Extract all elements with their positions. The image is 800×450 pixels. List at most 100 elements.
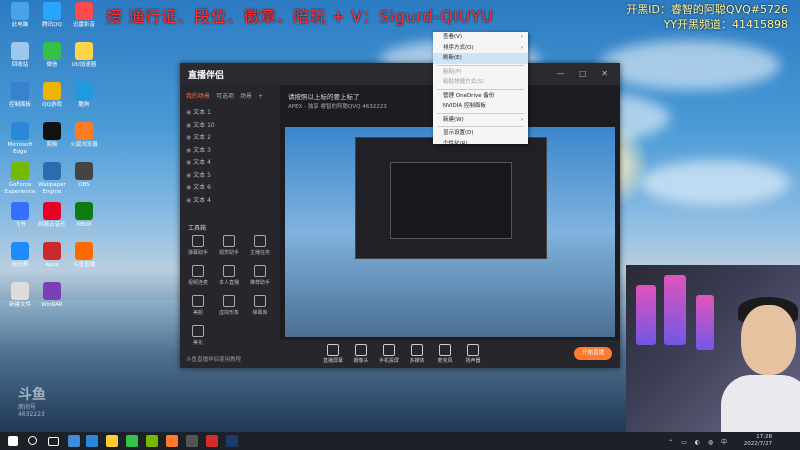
scene-item[interactable]: ◉ 文本 4: [186, 195, 211, 204]
taskbar-app-8-icon[interactable]: [206, 435, 218, 447]
window-titlebar[interactable]: 直播伴侣 — □ ✕: [180, 63, 620, 85]
source-button[interactable]: 摄像头: [348, 344, 374, 364]
tool-button[interactable]: 本人直播: [215, 265, 243, 286]
tool-button[interactable]: 主播任务: [246, 235, 274, 256]
menu-item[interactable]: 粘贴(P): [433, 67, 528, 78]
window-control-buttons[interactable]: — □ ✕: [557, 69, 614, 78]
desktop-icon-item-3[interactable]: 回收站: [2, 42, 38, 69]
scene-item[interactable]: ◉ 文本 6: [186, 182, 211, 191]
qq-icon: [43, 2, 61, 20]
webcam-overlay: [626, 265, 800, 433]
sidebar-tab[interactable]: 场景: [240, 93, 252, 100]
menu-item[interactable]: 排序方式(O) ›: [433, 43, 528, 54]
taskbar-app-2-icon[interactable]: [86, 435, 98, 447]
menu-item[interactable]: 刷新(E): [433, 53, 528, 64]
desktop-icon-item-21[interactable]: 新建文件: [2, 282, 38, 309]
menu-item-label: 排序方式(O): [443, 44, 474, 51]
desktop-icon-obs[interactable]: OBS: [66, 162, 102, 189]
qq-icon: [43, 82, 61, 100]
taskbar-app-1-icon[interactable]: [68, 435, 80, 447]
scene-item[interactable]: ◉ 文本 5: [186, 170, 211, 179]
menu-item-label: 刷新(E): [443, 55, 462, 61]
menu-item[interactable]: 粘贴快捷方式(S): [433, 77, 528, 88]
item-21-icon: [11, 282, 29, 300]
scene-item[interactable]: ◉ 文本 3: [186, 145, 211, 154]
live-companion-window[interactable]: 直播伴侣 — □ ✕ 我的场景 可选项 场景 + ◉ 文本 1 ◉ 文本 10 ◉ 文本 …: [180, 63, 620, 368]
scene-item[interactable]: ◉ 文本 1: [186, 107, 211, 116]
desktop-icon-qq[interactable]: QQ游戏: [34, 82, 70, 109]
tool-button[interactable]: 弹幕库: [246, 295, 274, 316]
taskbar-app-6-icon[interactable]: [166, 435, 178, 447]
desktop-icon-item-8[interactable]: 酷狗: [66, 82, 102, 109]
desktop-icon-label: 剪映: [46, 142, 58, 148]
tool-button[interactable]: 虚拟形象: [215, 295, 243, 316]
start-icon[interactable]: [8, 436, 18, 446]
sidebar-tab[interactable]: +: [258, 93, 263, 100]
menu-item[interactable]: 管理 OneDrive 备份: [433, 91, 528, 102]
task-view-icon[interactable]: [48, 437, 59, 446]
xbox-icon: [75, 202, 93, 220]
desktop-icon-label: 斗鱼直播: [72, 262, 95, 268]
taskbar-app-3-icon[interactable]: [106, 435, 118, 447]
menu-item-label: 管理 OneDrive 备份: [443, 92, 495, 99]
sidebar-tab[interactable]: 我的场景: [186, 93, 210, 100]
taskbar-clock[interactable]: 17:28 2022/7/27: [744, 434, 772, 448]
menu-item[interactable]: NVIDIA 控制面板: [433, 101, 528, 112]
desktop-icon-item-11[interactable]: 火狐浏览器: [66, 122, 102, 149]
source-button[interactable]: 多媒体: [404, 344, 430, 364]
source-button[interactable]: 麦克风: [432, 344, 458, 364]
scene-item[interactable]: ◉ 文本 2: [186, 132, 211, 141]
menu-item[interactable]: 个性化(R): [433, 139, 528, 150]
tool-button[interactable]: 视频连麦: [184, 265, 212, 286]
source-icon: [327, 344, 339, 356]
desktop-icon-microsoft-edge[interactable]: Microsoft Edge: [2, 122, 38, 156]
taskbar-app-4-icon[interactable]: [126, 435, 138, 447]
tool-icon: [223, 265, 235, 277]
menu-item[interactable]: 显示设置(D): [433, 128, 528, 139]
tool-button[interactable]: 美颜: [184, 295, 212, 316]
live-title-input[interactable]: 请按照以上标的要上标了: [288, 91, 360, 101]
system-tray-icons[interactable]: ⌃ ▭ ◐ ◍ 中: [668, 437, 730, 446]
go-live-button[interactable]: 开始直播: [574, 347, 612, 360]
tool-button[interactable]: 观赏助手: [215, 235, 243, 256]
search-icon[interactable]: [28, 436, 37, 445]
desktop-icon-item-2[interactable]: 迅雷影音: [66, 2, 102, 29]
desktop-icon-apex[interactable]: Apex: [34, 242, 70, 269]
desktop-icon-wallpaper-engine[interactable]: Wallpaper Engine: [34, 162, 70, 196]
tutorial-link[interactable]: 斗鱼直播伴侣使用教程: [186, 355, 241, 363]
desktop-icon-item-18[interactable]: 向日葵: [2, 242, 38, 269]
desktop-icon-item-20[interactable]: 斗鱼直播: [66, 242, 102, 269]
scene-label: 文本 10: [193, 121, 215, 129]
desktop-icon-item-6[interactable]: 控制面板: [2, 82, 38, 109]
desktop-icon-qq[interactable]: 腾讯QQ: [34, 2, 70, 29]
tool-button[interactable]: 推荐助手: [246, 265, 274, 286]
source-icon: [411, 344, 423, 356]
source-button[interactable]: 扬声器: [460, 344, 486, 364]
taskbar-app-9-icon[interactable]: [226, 435, 238, 447]
taskbar-app-7-icon[interactable]: [186, 435, 198, 447]
source-button[interactable]: 手机投屏: [376, 344, 402, 364]
yy-channel-text: YY开黑频道：41415898: [663, 18, 788, 31]
desktop-icon-item-0[interactable]: 此电脑: [2, 2, 38, 29]
source-button[interactable]: 直播屏幕: [320, 344, 346, 364]
sidebar-tabs[interactable]: 我的场景 可选项 场景 +: [186, 91, 269, 100]
desktop-icon-winrar[interactable]: WinRAR: [34, 282, 70, 309]
sidebar-tab[interactable]: 可选项: [216, 93, 234, 100]
desktop-icon-xbox[interactable]: XBOX: [66, 202, 102, 229]
desktop-icon-uu[interactable]: UU加速器: [66, 42, 102, 69]
scene-item[interactable]: ◉ 文本 10: [186, 120, 215, 129]
desktop-icon-item-10[interactable]: 剪映: [34, 122, 70, 149]
tool-button[interactable]: 弹幕助手: [184, 235, 212, 256]
taskbar-app-5-icon[interactable]: [146, 435, 158, 447]
desktop-icon-item-16[interactable]: 网易云音乐: [34, 202, 70, 229]
scene-label: 文本 2: [193, 134, 211, 141]
menu-item[interactable]: 查看(V) ›: [433, 32, 528, 43]
desktop-icon-item-15[interactable]: 飞书: [2, 202, 38, 229]
stream-id-overlay: 开黑ID：睿智的阿聪QVQ#5726 YY开黑频道：41415898: [626, 2, 788, 32]
scene-item[interactable]: ◉ 文本 4: [186, 157, 211, 166]
tool-button[interactable]: 美化: [184, 325, 212, 346]
desktop-icon-geforce-experience[interactable]: GeForce Experience: [2, 162, 38, 196]
menu-item[interactable]: 新建(W) ›: [433, 115, 528, 126]
desktop-icon-label: WinRAR: [41, 302, 63, 308]
desktop-icon-item-4[interactable]: 微信: [34, 42, 70, 69]
